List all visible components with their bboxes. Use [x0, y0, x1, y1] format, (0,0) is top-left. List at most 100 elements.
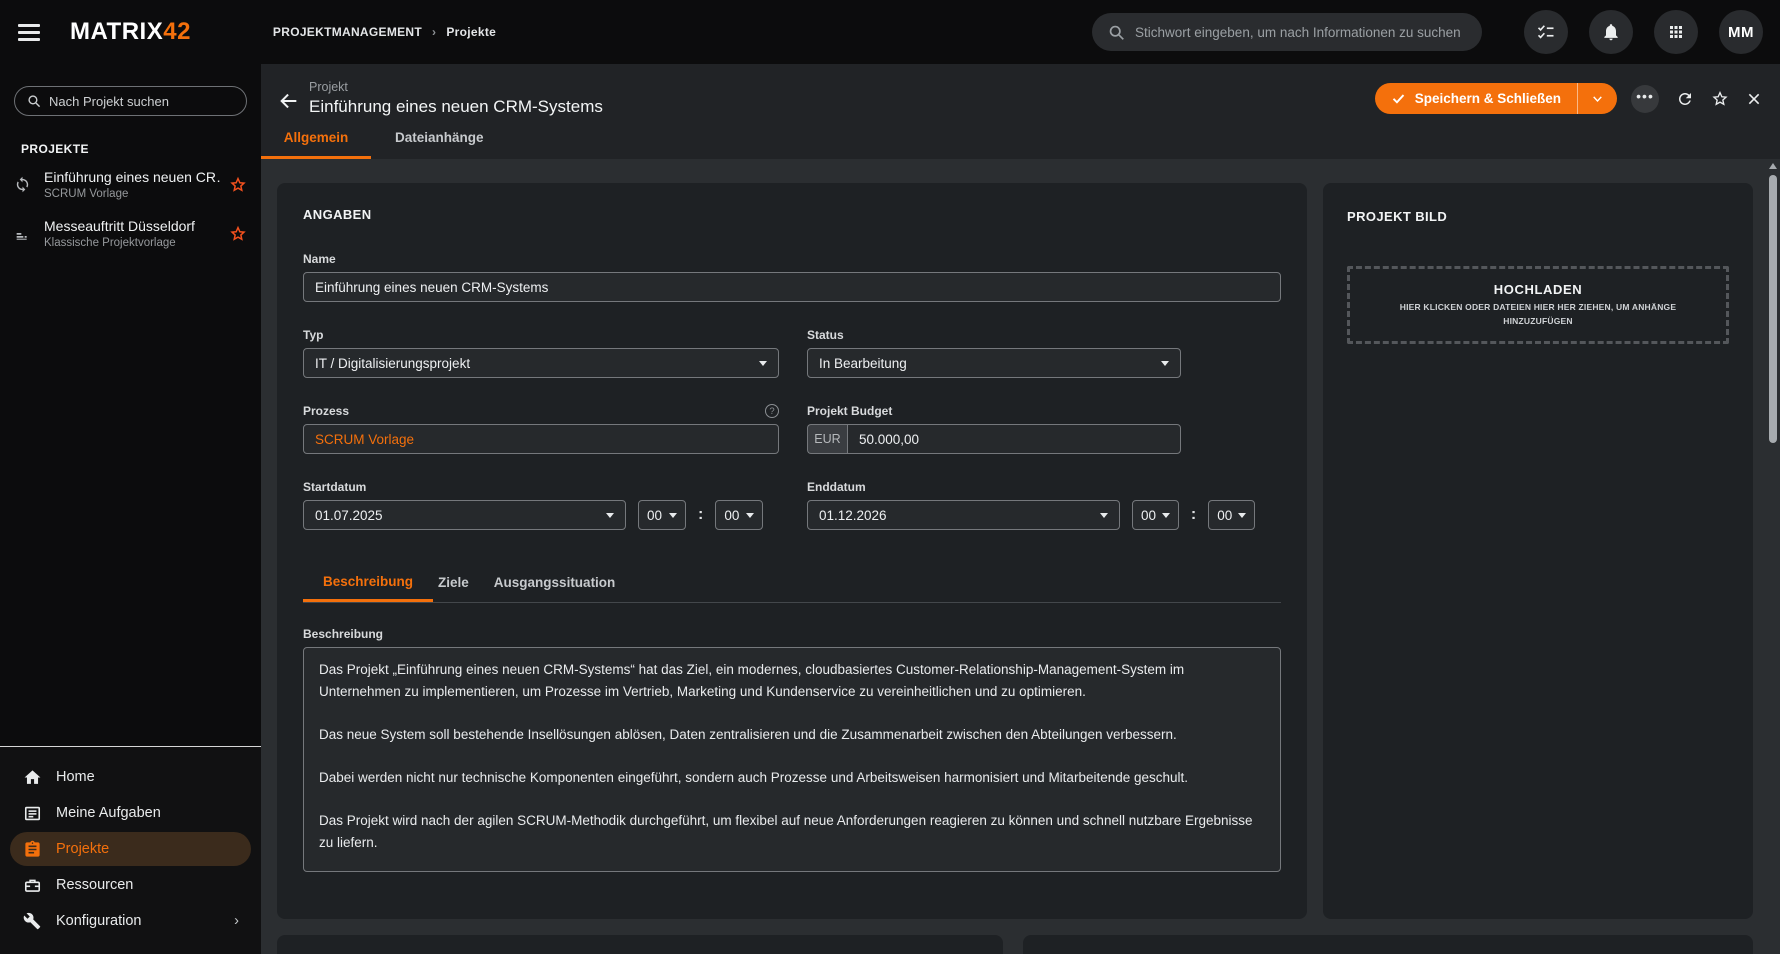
project-list-item-crm[interactable]: Einführung eines neuen CR… SCRUM Vorlage	[0, 160, 261, 209]
image-upload-dropzone[interactable]: HOCHLADEN HIER KLICKEN ODER DATEIEN HIER…	[1347, 266, 1729, 344]
hamburger-menu-icon[interactable]	[18, 21, 44, 43]
next-section-card-left	[277, 935, 1003, 954]
start-hour-select[interactable]: 00	[638, 500, 686, 530]
page-title: Einführung eines neuen CRM-Systems	[309, 97, 603, 117]
enddatum-select[interactable]: 01.12.2026	[807, 500, 1120, 530]
beschreibung-label: Beschreibung	[303, 627, 1281, 641]
sidebar-item-meine-aufgaben[interactable]: Meine Aufgaben	[10, 796, 251, 830]
close-button[interactable]	[1746, 91, 1762, 107]
app-logo: MATRIX42	[70, 18, 191, 46]
content-area: ANGABEN Name Einführung eines neuen CRM-…	[261, 159, 1780, 954]
logo-text-white: MATRIX	[70, 18, 163, 45]
save-split-button: Speichern & Schließen	[1375, 83, 1617, 114]
project-search-input[interactable]: Nach Projekt suchen	[14, 86, 247, 116]
chevron-down-icon	[1161, 361, 1169, 366]
chevron-down-icon	[1100, 513, 1108, 518]
description-subtabs: Beschreibung Ziele Ausgangssituation	[303, 574, 1281, 603]
start-minute-select[interactable]: 00	[715, 500, 763, 530]
wrench-icon	[22, 912, 42, 930]
end-minute-select[interactable]: 00	[1208, 500, 1255, 530]
star-icon	[1711, 90, 1729, 108]
user-avatar[interactable]: MM	[1719, 10, 1763, 54]
prozess-field[interactable]: SCRUM Vorlage	[303, 424, 779, 454]
project-item-subtitle: Klassische Projektvorlage	[44, 237, 221, 249]
projects-section-title: PROJEKTE	[21, 142, 261, 156]
favorite-star-icon[interactable]	[229, 225, 247, 243]
sidebar-item-projekte[interactable]: Projekte	[10, 832, 251, 866]
typ-label: Typ	[303, 328, 779, 342]
record-tabs: Allgemein Dateianhänge	[261, 130, 1780, 159]
currency-prefix: EUR	[807, 424, 847, 454]
logo-text-orange: 42	[163, 18, 191, 45]
clipboard-icon	[22, 840, 42, 859]
sidebar-item-home[interactable]: Home	[10, 760, 251, 794]
record-header: Projekt Einführung eines neuen CRM-Syste…	[261, 64, 1780, 159]
global-search-input[interactable]: Stichwort eingeben, um nach Informatione…	[1092, 13, 1482, 51]
favorite-button[interactable]	[1711, 90, 1729, 108]
subtab-ausgangssituation[interactable]: Ausgangssituation	[494, 575, 616, 602]
name-input[interactable]: Einführung eines neuen CRM-Systems	[303, 272, 1281, 302]
app-launcher-button[interactable]	[1654, 10, 1698, 54]
budget-label: Projekt Budget	[807, 404, 1255, 418]
vertical-scrollbar[interactable]	[1769, 169, 1777, 939]
chevron-down-icon	[746, 513, 754, 518]
tab-dateianhaenge[interactable]: Dateianhänge	[395, 130, 484, 159]
prozess-link[interactable]: SCRUM Vorlage	[315, 432, 414, 447]
prozess-label: Prozess	[303, 404, 349, 418]
notifications-button[interactable]	[1589, 10, 1633, 54]
project-item-title: Einführung eines neuen CR…	[44, 169, 221, 185]
sidebar-bottom-nav: Home Meine Aufgaben Projekte Ressourcen	[0, 746, 261, 954]
breadcrumb-parent[interactable]: PROJEKTMANAGEMENT	[273, 25, 422, 39]
breadcrumb-current[interactable]: Projekte	[446, 25, 496, 39]
chevron-down-icon	[669, 513, 677, 518]
breadcrumb-separator-icon: ›	[432, 25, 436, 39]
status-label: Status	[807, 328, 1255, 342]
angaben-card: ANGABEN Name Einführung eines neuen CRM-…	[277, 183, 1307, 919]
more-actions-button[interactable]: •••	[1631, 85, 1659, 113]
sidebar-item-konfiguration[interactable]: Konfiguration ›	[10, 904, 251, 938]
scrollbar-thumb[interactable]	[1769, 175, 1777, 443]
project-item-subtitle: SCRUM Vorlage	[44, 188, 221, 200]
search-icon	[1108, 24, 1125, 41]
back-arrow-icon[interactable]	[278, 90, 300, 112]
projekt-bild-title: PROJEKT BILD	[1347, 209, 1729, 224]
next-section-card-right	[1023, 935, 1753, 954]
typ-select[interactable]: IT / Digitalisierungsprojekt	[303, 348, 779, 378]
startdatum-select[interactable]: 01.07.2025	[303, 500, 626, 530]
save-options-dropdown[interactable]	[1578, 83, 1617, 114]
ellipsis-icon: •••	[1636, 88, 1654, 104]
chevron-down-icon	[1591, 92, 1604, 105]
search-icon	[27, 94, 41, 108]
chevron-down-icon	[1162, 513, 1170, 518]
beschreibung-textarea[interactable]: Das Projekt „Einführung eines neuen CRM-…	[303, 647, 1281, 872]
subtab-ziele[interactable]: Ziele	[438, 575, 469, 602]
tasks-checklist-button[interactable]	[1524, 10, 1568, 54]
close-icon	[1746, 91, 1762, 107]
chevron-down-icon	[1238, 513, 1246, 518]
refresh-button[interactable]	[1676, 90, 1694, 108]
chevron-down-icon	[759, 361, 767, 366]
end-hour-select[interactable]: 00	[1132, 500, 1179, 530]
top-bar: MATRIX42 PROJEKTMANAGEMENT › Projekte St…	[0, 0, 1780, 64]
record-type-label: Projekt	[309, 80, 603, 94]
angaben-section-title: ANGABEN	[303, 207, 1281, 222]
favorite-star-icon[interactable]	[229, 176, 247, 194]
upload-hint: HIER KLICKEN ODER DATEIEN HIER HER ZIEHE…	[1388, 301, 1688, 328]
subtab-beschreibung[interactable]: Beschreibung	[303, 574, 433, 602]
checklist-icon	[1536, 22, 1556, 42]
status-select[interactable]: In Bearbeitung	[807, 348, 1181, 378]
tab-allgemein[interactable]: Allgemein	[261, 130, 371, 159]
check-icon	[1391, 91, 1406, 106]
project-list-item-messe[interactable]: Messeauftritt Düsseldorf Klassische Proj…	[0, 209, 261, 258]
project-item-title: Messeauftritt Düsseldorf	[44, 218, 221, 234]
scroll-up-arrow-icon[interactable]	[1769, 163, 1777, 169]
save-close-button[interactable]: Speichern & Schließen	[1375, 91, 1577, 106]
task-list-icon	[22, 804, 42, 823]
chevron-right-icon: ›	[234, 913, 239, 929]
bell-icon	[1601, 22, 1621, 42]
projekt-bild-card: PROJEKT BILD HOCHLADEN HIER KLICKEN ODER…	[1323, 183, 1753, 919]
sidebar-item-ressourcen[interactable]: Ressourcen	[10, 868, 251, 902]
help-icon[interactable]: ?	[765, 404, 779, 418]
upload-title: HOCHLADEN	[1494, 282, 1582, 297]
budget-input[interactable]: 50.000,00	[847, 424, 1181, 454]
